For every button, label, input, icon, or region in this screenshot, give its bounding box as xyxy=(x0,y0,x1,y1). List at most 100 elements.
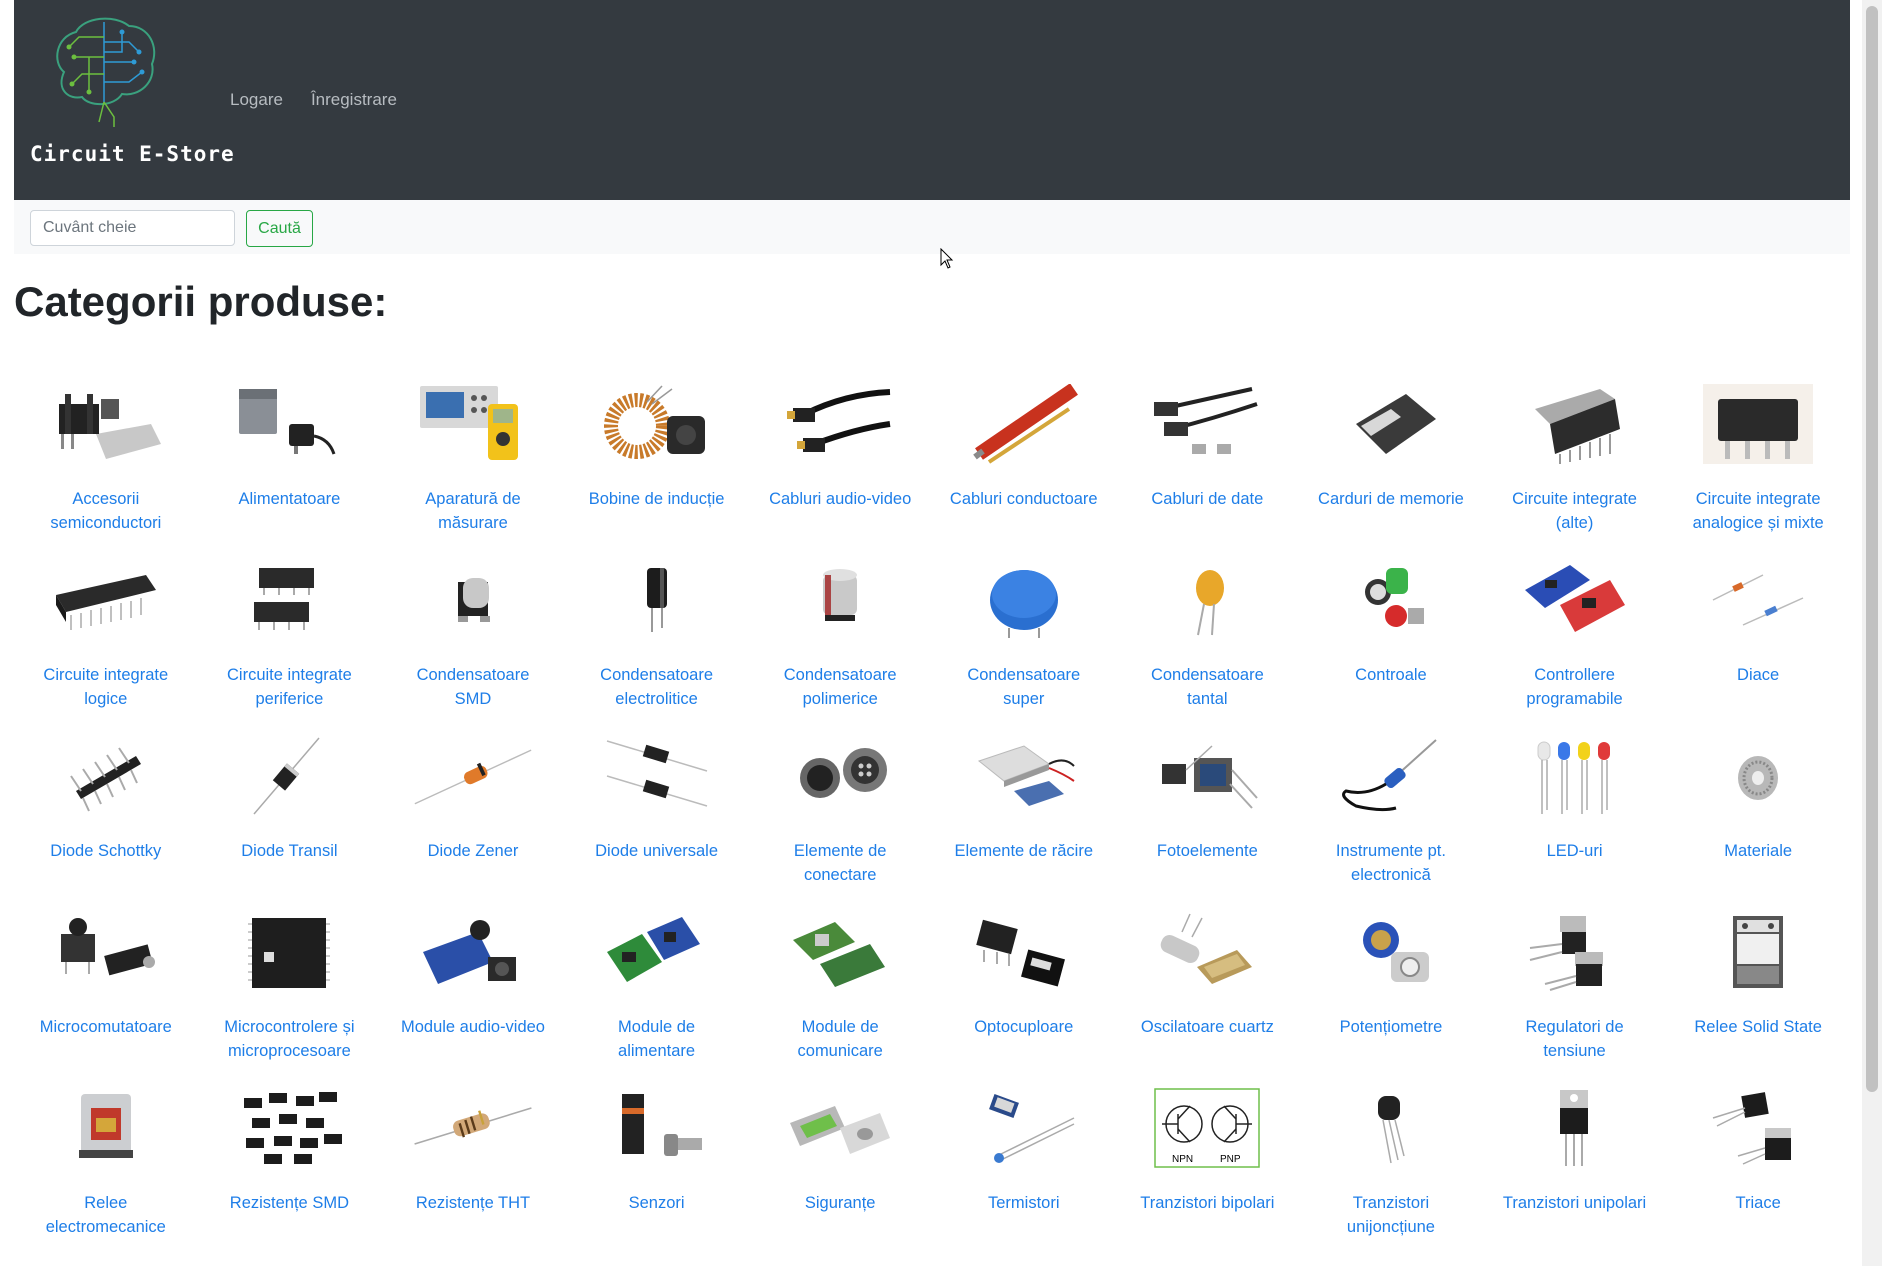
category-item[interactable]: Cabluri de date xyxy=(1116,378,1300,554)
category-item[interactable]: Carduri de memorie xyxy=(1299,378,1483,554)
category-item[interactable]: Bobine de inducție xyxy=(565,378,749,554)
category-item[interactable]: Circuite integrate analogice și mixte xyxy=(1666,378,1850,554)
category-label: Diode universale xyxy=(595,842,719,860)
brand-logo[interactable]: Circuit E-Store xyxy=(30,10,234,170)
power-supply-icon xyxy=(239,389,336,455)
category-item[interactable]: Circuite integrate (alte) xyxy=(1483,378,1667,554)
category-item[interactable]: Triace xyxy=(1666,1082,1850,1258)
brand-name: Circuit E-Store xyxy=(30,142,235,166)
category-item[interactable]: Circuite integrate logice xyxy=(14,554,198,730)
category-label: Cabluri audio-video xyxy=(769,490,912,508)
search-input[interactable] xyxy=(30,210,235,246)
category-item[interactable]: Optocuploare xyxy=(932,906,1116,1082)
category-grid: Accesorii semiconductori Alimentatoare A… xyxy=(14,378,1850,1258)
heatsink-icon xyxy=(58,394,161,459)
category-item[interactable]: Termistori xyxy=(932,1082,1116,1258)
potentiometer-icon xyxy=(1362,922,1429,982)
scrollbar-thumb[interactable] xyxy=(1866,6,1878,1092)
category-label: Circuite integrate logice xyxy=(43,666,169,708)
category-item[interactable]: Elemente de răcire xyxy=(932,730,1116,906)
category-item[interactable]: Microcomutatoare xyxy=(14,906,198,1082)
diac-icon xyxy=(1712,574,1804,626)
smd-capacitor-icon xyxy=(457,578,490,622)
category-item[interactable]: Diode universale xyxy=(565,730,749,906)
category-label: Controale xyxy=(1355,666,1427,684)
category-item[interactable]: Cabluri audio-video xyxy=(748,378,932,554)
category-item[interactable]: Controllere programabile xyxy=(1483,554,1667,730)
nav-register-link[interactable]: Înregistrare xyxy=(311,90,397,110)
solder-spool-icon xyxy=(1738,756,1779,800)
category-item[interactable]: Tranzistori unipolari xyxy=(1483,1082,1667,1258)
category-label: Carduri de memorie xyxy=(1318,490,1464,508)
inductor-icon xyxy=(603,385,705,459)
category-item[interactable]: Microcontrolere și microprocesoare xyxy=(198,906,382,1082)
category-item[interactable]: Regulatori de tensiune xyxy=(1483,906,1667,1082)
electrolytic-capacitor-icon xyxy=(646,568,667,632)
microswitch-icon xyxy=(60,918,155,976)
indicator-light-icon xyxy=(1364,568,1424,627)
category-label: LED-uri xyxy=(1546,842,1603,860)
search-button[interactable]: Caută xyxy=(246,210,313,247)
category-item[interactable]: Rezistențe THT xyxy=(381,1082,565,1258)
category-label: Circuite integrate periferice xyxy=(227,666,352,708)
category-item[interactable]: Rezistențe SMD xyxy=(198,1082,382,1258)
relay-icon xyxy=(78,1094,133,1158)
ic-sip-icon xyxy=(1534,389,1620,464)
category-item[interactable]: Condensatoare tantal xyxy=(1116,554,1300,730)
photo-sensor-icon xyxy=(1162,745,1259,809)
ic-peripheral-icon xyxy=(254,568,315,630)
category-label: Instrumente pt. electronică xyxy=(1335,842,1446,884)
microcontroller-icon xyxy=(248,918,331,988)
page-title: Categorii produse: xyxy=(14,278,388,325)
category-label: Termistori xyxy=(988,1194,1060,1212)
category-label: Relee Solid State xyxy=(1694,1018,1822,1036)
wire-icon xyxy=(972,384,1078,464)
category-label: Tranzistori unipolari xyxy=(1502,1194,1647,1212)
category-item[interactable]: Cabluri conductoare xyxy=(932,378,1116,554)
to220-transistor-icon xyxy=(1559,1090,1588,1166)
category-label: Potențiometre xyxy=(1339,1018,1443,1036)
category-item[interactable]: Instrumente pt. electronică xyxy=(1299,730,1483,906)
category-item[interactable]: Module de alimentare xyxy=(565,906,749,1082)
category-item[interactable]: NPN PNP Tranzistori bipolari xyxy=(1116,1082,1300,1258)
category-item[interactable]: Circuite integrate periferice xyxy=(198,554,382,730)
tantalum-capacitor-icon xyxy=(1196,570,1225,636)
category-item[interactable]: Accesorii semiconductori xyxy=(14,378,198,554)
category-label: Alimentatoare xyxy=(238,490,341,508)
category-item[interactable]: Oscilatoare cuartz xyxy=(1116,906,1300,1082)
category-item[interactable]: Potențiometre xyxy=(1299,906,1483,1082)
connector-icon xyxy=(800,748,888,798)
category-item[interactable]: Aparatură de măsurare xyxy=(381,378,565,554)
category-label: Bobine de inducție xyxy=(588,490,725,508)
category-label: Siguranțe xyxy=(804,1194,876,1212)
category-item[interactable]: Condensatoare super xyxy=(932,554,1116,730)
category-item[interactable]: Elemente de conectare xyxy=(748,730,932,906)
category-item[interactable]: Materiale xyxy=(1666,730,1850,906)
category-item[interactable]: Alimentatoare xyxy=(198,378,382,554)
category-item[interactable]: Module de comunicare xyxy=(748,906,932,1082)
category-item[interactable]: Siguranțe xyxy=(748,1082,932,1258)
nav-login-link[interactable]: Logare xyxy=(230,90,283,110)
category-item[interactable]: Diode Zener xyxy=(381,730,565,906)
category-item[interactable]: LED-uri xyxy=(1483,730,1667,906)
svg-text:PNP: PNP xyxy=(1220,1154,1241,1165)
category-item[interactable]: Condensatoare polimerice xyxy=(748,554,932,730)
category-label: Tranzistori bipolari xyxy=(1140,1194,1275,1212)
category-label: Rezistențe SMD xyxy=(229,1194,349,1212)
category-item[interactable]: Fotoelemente xyxy=(1116,730,1300,906)
category-item[interactable]: Tranzistori unijoncțiune xyxy=(1299,1082,1483,1258)
category-label: Controllere programabile xyxy=(1526,666,1623,708)
peltier-icon xyxy=(977,745,1075,806)
category-item[interactable]: Module audio-video xyxy=(381,906,565,1082)
category-item[interactable]: Senzori xyxy=(565,1082,749,1258)
category-item[interactable]: Condensatoare electrolitice xyxy=(565,554,749,730)
category-item[interactable]: Diode Transil xyxy=(198,730,382,906)
zener-diode-icon xyxy=(414,749,532,805)
category-item[interactable]: Diace xyxy=(1666,554,1850,730)
category-item[interactable]: Condensatoare SMD xyxy=(381,554,565,730)
category-item[interactable]: Relee Solid State xyxy=(1666,906,1850,1082)
diode-icon xyxy=(606,740,707,807)
category-item[interactable]: Diode Schottky xyxy=(14,730,198,906)
category-item[interactable]: Relee electromecanice xyxy=(14,1082,198,1258)
category-item[interactable]: Controale xyxy=(1299,554,1483,730)
